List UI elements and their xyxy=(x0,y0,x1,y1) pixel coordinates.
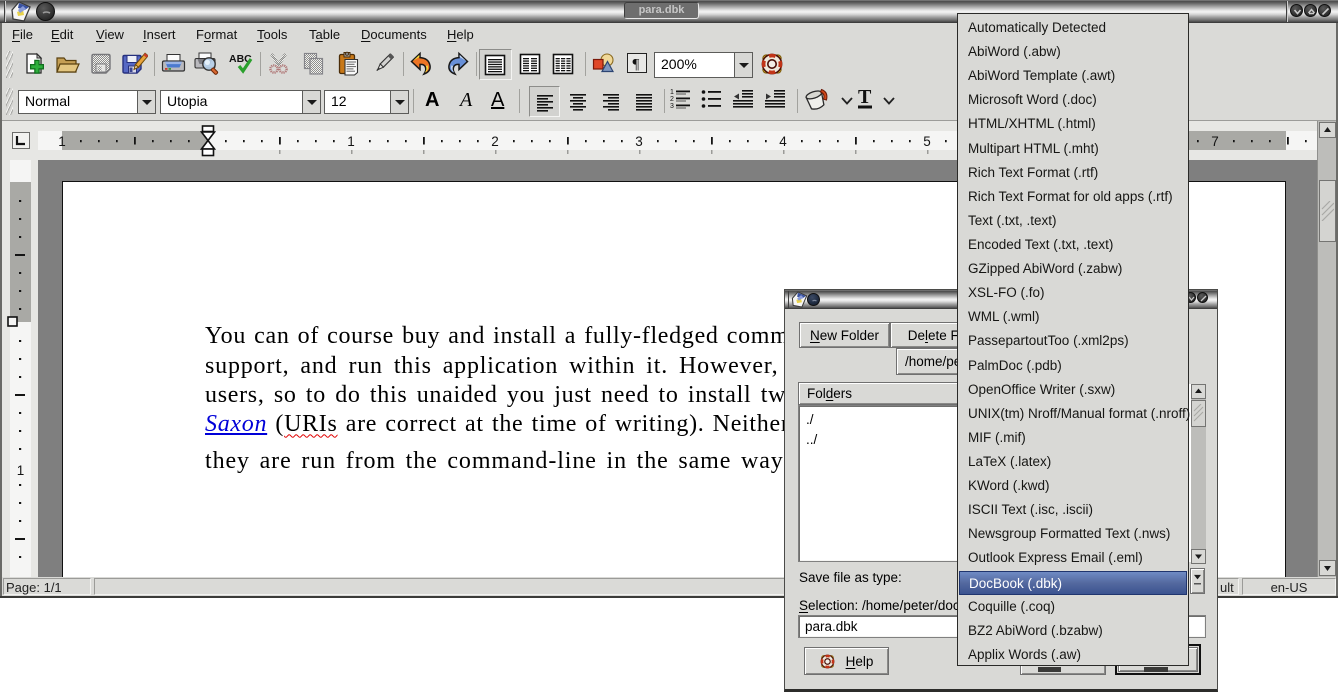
svg-text:7: 7 xyxy=(1211,134,1219,149)
svg-text:2: 2 xyxy=(491,134,499,149)
svg-text:1: 1 xyxy=(670,89,674,96)
svg-text:2: 2 xyxy=(670,96,674,103)
svg-text:5: 5 xyxy=(923,134,931,149)
svg-text:1: 1 xyxy=(17,463,25,478)
svg-text:4: 4 xyxy=(779,134,787,149)
svg-text:3: 3 xyxy=(635,134,643,149)
svg-text:1: 1 xyxy=(58,134,66,149)
svg-text:¶: ¶ xyxy=(633,57,640,73)
svg-text:1: 1 xyxy=(347,134,355,149)
svg-text:3: 3 xyxy=(670,103,674,110)
svg-text:T: T xyxy=(858,86,872,108)
